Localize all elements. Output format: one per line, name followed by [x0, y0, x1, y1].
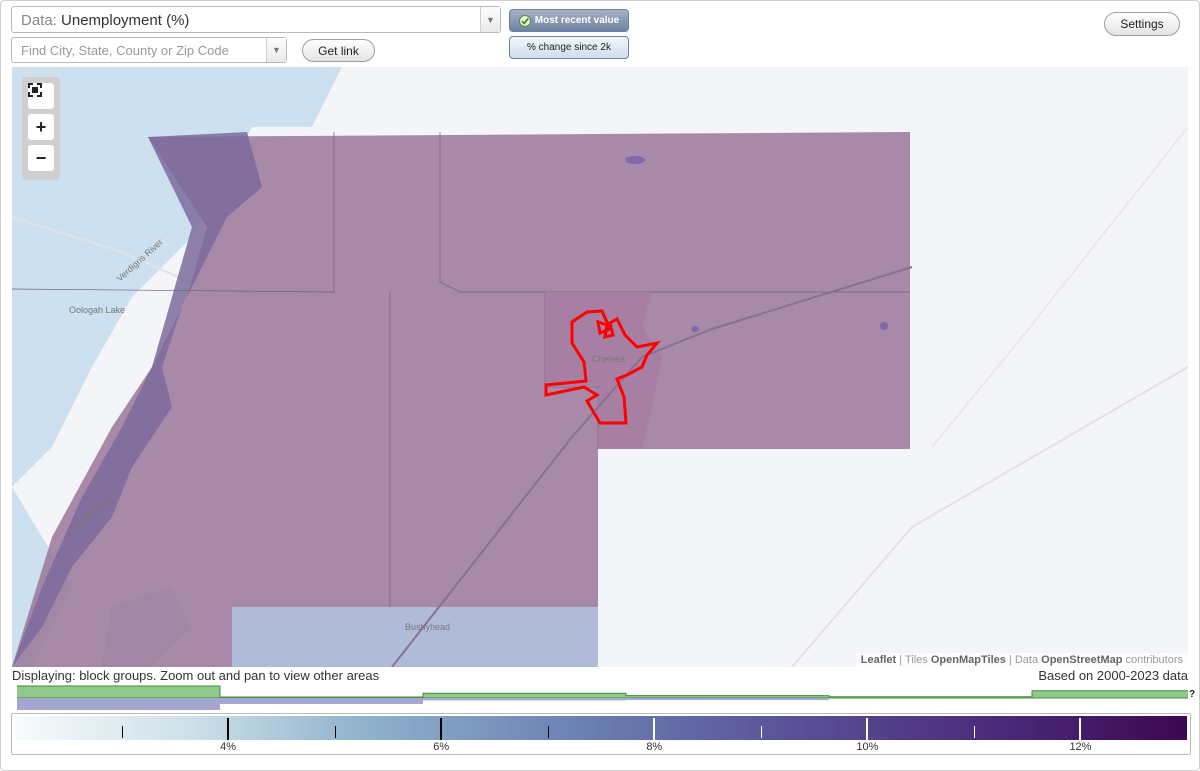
most-recent-value-label: Most recent value [534, 15, 620, 26]
chevron-down-icon[interactable]: ▼ [480, 7, 500, 32]
legend-tick-label: 12% [1069, 741, 1092, 753]
histogram-bar-recent [17, 686, 220, 698]
zoom-in-button[interactable]: + [28, 114, 54, 140]
percent-change-button[interactable]: % change since 2k [509, 36, 629, 59]
settings-button[interactable]: Settings [1104, 12, 1180, 36]
legend-tick [866, 718, 869, 740]
histogram-bar-baseline [423, 698, 626, 701]
search-input[interactable] [12, 38, 280, 62]
openstreetmap-link[interactable]: OpenStreetMap [1041, 654, 1122, 666]
legend-tick [227, 718, 230, 740]
fullscreen-button[interactable] [28, 83, 54, 109]
legend-tick [440, 718, 443, 740]
histogram-help[interactable]: ? [1189, 689, 1195, 700]
histogram-bar-recent [1032, 690, 1188, 698]
legend-tick-label: 10% [856, 741, 879, 753]
legend-tick-label: 4% [220, 741, 237, 753]
data-select[interactable]: Data: Unemployment (%) ▼ [11, 6, 501, 33]
percent-change-label: % change since 2k [527, 42, 611, 53]
legend-tick [760, 726, 762, 738]
data-select-value: Data: Unemployment (%) [21, 12, 190, 29]
legend-tick-label: 8% [646, 741, 663, 753]
openmaptiles-link[interactable]: OpenMapTiles [931, 654, 1006, 666]
road [931, 126, 1188, 448]
map-attribution: Leaflet | Tiles OpenMapTiles | Data Open… [855, 653, 1188, 667]
histogram-bar-baseline [626, 698, 829, 700]
most-recent-value-button[interactable]: Most recent value [509, 9, 629, 32]
chevron-down-icon[interactable]: ▼ [266, 38, 286, 62]
map-view[interactable]: Chelsea Bushyhead Oologah Lake Verdigris… [12, 67, 1188, 667]
fullscreen-icon [28, 83, 42, 97]
leaflet-link[interactable]: Leaflet [861, 654, 896, 666]
check-icon [518, 14, 531, 27]
legend-tick-label: 6% [433, 741, 450, 753]
zoom-out-button[interactable]: − [28, 145, 54, 171]
legend-tick [547, 726, 549, 738]
display-level-text: Displaying: block groups. Zoom out and p… [12, 668, 380, 683]
map-canvas[interactable]: Chelsea Bushyhead Oologah Lake Verdigris… [12, 67, 1188, 667]
legend-tick [121, 726, 123, 738]
map-label-chelsea: Chelsea [592, 354, 625, 364]
map-label-bushyhead: Bushyhead [405, 622, 450, 632]
histogram-bar-baseline [17, 698, 220, 710]
legend-tick [334, 726, 336, 738]
color-legend: 4% 6% 8% 10% 12% [11, 713, 1191, 755]
histogram-bar-recent [423, 693, 626, 698]
location-search[interactable]: ▼ [11, 37, 287, 63]
data-range-text: Based on 2000-2023 data [1038, 668, 1188, 683]
zoom-controls: + − [22, 77, 60, 180]
histogram [17, 685, 1188, 710]
map-label-oologah-lake: Oologah Lake [69, 305, 125, 315]
legend-tick [653, 718, 656, 740]
legend-tick [973, 726, 975, 738]
get-link-button[interactable]: Get link [302, 39, 375, 62]
histogram-bar-baseline [220, 698, 423, 704]
legend-gradient [15, 716, 1187, 740]
legend-tick [1079, 718, 1082, 740]
